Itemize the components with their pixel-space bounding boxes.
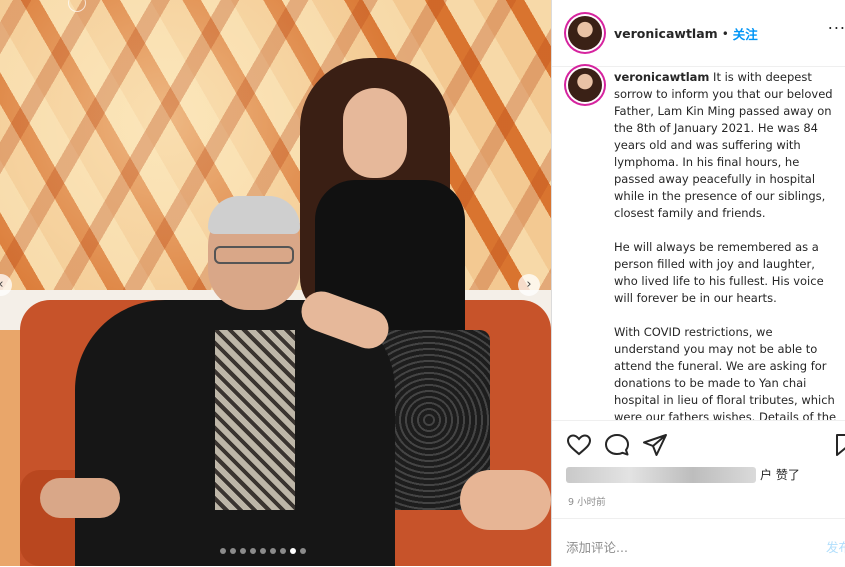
carousel-indicator xyxy=(220,548,306,554)
heart-icon[interactable] xyxy=(566,433,592,457)
photo-woman-face xyxy=(343,88,407,178)
more-options-icon[interactable]: ... xyxy=(828,14,845,33)
carousel-dot xyxy=(280,548,286,554)
caption-paragraph-1: veronicawtlam It is with deepest sorrow … xyxy=(614,69,840,222)
post-timestamp[interactable]: 9 小时前 xyxy=(568,494,606,508)
chevron-left-icon: ‹ xyxy=(0,277,4,292)
caption-username[interactable]: veronicawtlam xyxy=(614,70,709,84)
chevron-right-icon: › xyxy=(526,277,532,292)
carousel-next-button[interactable]: › xyxy=(518,274,540,296)
carousel-dot xyxy=(230,548,236,554)
comment-bar: 添加评论... 发布 xyxy=(552,518,845,567)
post-comment-button[interactable]: 发布 xyxy=(826,537,845,556)
caption-avatar[interactable] xyxy=(568,68,602,102)
photo-man-hair xyxy=(208,196,300,234)
carousel-dot xyxy=(250,548,256,554)
post-header: veronicawtlam • 关注 ... xyxy=(552,0,845,67)
carousel-dot xyxy=(240,548,246,554)
post-caption: veronicawtlam It is with deepest sorrow … xyxy=(614,69,840,420)
carousel-dot xyxy=(270,548,276,554)
likes-summary[interactable]: 户 赞了 xyxy=(566,466,800,483)
caption-paragraph-2: He will always be remembered as a person… xyxy=(614,240,824,305)
bookmark-icon[interactable] xyxy=(834,433,845,457)
share-icon[interactable] xyxy=(642,433,668,457)
post-actions xyxy=(552,420,845,467)
comment-icon[interactable] xyxy=(604,433,630,457)
liker-names-blurred xyxy=(566,466,756,483)
caption-text-1: It is with deepest sorrow to inform you … xyxy=(614,70,833,220)
photo-man-hand xyxy=(40,478,120,518)
header-username[interactable]: veronicawtlam xyxy=(614,26,718,41)
comment-input[interactable]: 添加评论... xyxy=(566,537,628,556)
carousel-dot xyxy=(260,548,266,554)
carousel-dot xyxy=(220,548,226,554)
photo-man-shirt xyxy=(215,330,295,510)
avatar[interactable] xyxy=(568,16,602,50)
follow-button[interactable]: 关注 xyxy=(733,24,758,43)
photo-man-glasses xyxy=(214,246,294,264)
likes-suffix: 户 赞了 xyxy=(760,468,800,482)
carousel-dot xyxy=(300,548,306,554)
post-side-panel: veronicawtlam • 关注 ... veronicawtlam It … xyxy=(551,0,845,566)
caption-paragraph-3: With COVID restrictions, we understand y… xyxy=(614,325,837,420)
post-photo[interactable]: ‹ › xyxy=(0,0,551,566)
header-user-row: veronicawtlam • 关注 xyxy=(614,24,758,43)
carousel-dot xyxy=(290,548,296,554)
header-separator: • xyxy=(721,26,729,41)
photo-woman-leg xyxy=(460,470,551,530)
